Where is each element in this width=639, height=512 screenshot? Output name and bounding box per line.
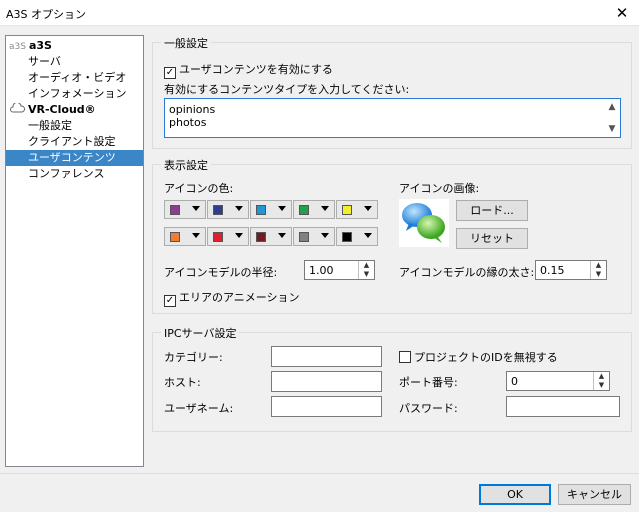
tree-item-vr-cloud[interactable]: VR-Cloud® [6,102,143,118]
color-swatch-orange[interactable] [164,227,206,246]
title-bar: A3S オプション ✕ [0,0,639,26]
edge-thickness-label: アイコンモデルの縁の太さ: [399,266,535,279]
icon-color-label: アイコンの色: [164,182,234,195]
color-swatch-red[interactable] [207,227,249,246]
icon-image-label: アイコンの画像: [399,182,480,195]
footer-divider [0,473,639,474]
tree-item-user-content[interactable]: ユーザコンテンツ [6,150,143,166]
cloud-icon [9,102,26,119]
edge-thickness-spinner[interactable]: 0.15 ▲ ▼ [535,260,607,280]
port-spinner[interactable]: 0 ▲ ▼ [506,371,610,391]
host-field[interactable] [271,371,382,392]
tree-item-server[interactable]: サーバ [6,54,143,70]
textarea-scrollbar[interactable]: ▲ ▼ [605,100,619,136]
scroll-up-icon[interactable]: ▲ [605,102,619,112]
speech-bubbles-icon [402,203,445,243]
username-field[interactable] [271,396,382,417]
edge-thickness-value: 0.15 [540,264,565,277]
load-button[interactable]: ロード... [456,200,528,221]
options-tree[interactable]: a3S a3S サーバ オーディオ・ビデオ インフォメーション VR-Cloud®… [5,35,144,467]
host-label: ホスト: [164,376,201,389]
color-swatch-purple[interactable] [164,200,206,219]
color-swatch-gray[interactable] [293,227,335,246]
window-title: A3S オプション [6,8,87,21]
color-swatch-blue[interactable] [250,200,292,219]
spin-down-icon[interactable]: ▼ [591,270,606,279]
color-swatch-maroon[interactable] [250,227,292,246]
scroll-down-icon[interactable]: ▼ [605,124,619,134]
port-value: 0 [511,375,518,388]
a3s-icon: a3S [9,42,26,52]
content-type-item: photos [169,116,207,129]
ignore-project-id-checkbox[interactable]: プロジェクトのIDを無視する [399,349,558,365]
spin-up-icon[interactable]: ▲ [594,372,609,381]
radius-value: 1.00 [309,264,334,277]
tree-item-audio-video[interactable]: オーディオ・ビデオ [6,70,143,86]
color-swatch-black[interactable] [336,227,378,246]
content-type-item: opinions [169,103,216,116]
password-label: パスワード: [399,402,458,415]
cancel-button[interactable]: キャンセル [558,484,631,505]
category-label: カテゴリー: [164,351,223,364]
spin-down-icon[interactable]: ▼ [594,381,609,390]
spin-down-icon[interactable]: ▼ [359,270,374,279]
tree-item-a3s[interactable]: a3S a3S [6,38,143,54]
checkmark-icon: ✓ [164,295,176,307]
ipc-legend: IPCサーバ設定 [161,325,240,341]
content-types-label: 有効にするコンテンツタイプを入力してください: [164,83,410,96]
color-swatch-navy[interactable] [207,200,249,219]
reset-button[interactable]: リセット [456,228,528,249]
color-swatch-yellow[interactable] [336,200,378,219]
port-label: ポート番号: [399,376,458,389]
tree-item-information[interactable]: インフォメーション [6,86,143,102]
color-swatch-green[interactable] [293,200,335,219]
content-types-textarea[interactable]: opinions photos ▲ ▼ [164,98,621,138]
enable-user-content-checkbox[interactable]: ✓ ユーザコンテンツを有効にする [164,61,333,79]
category-field[interactable] [271,346,382,367]
password-field[interactable] [506,396,620,417]
tree-item-general[interactable]: 一般設定 [6,118,143,134]
checkmark-icon: ✓ [164,67,176,79]
icon-preview [399,199,449,247]
username-label: ユーザネーム: [164,402,234,415]
ok-button[interactable]: OK [479,484,551,505]
tree-item-client[interactable]: クライアント設定 [6,134,143,150]
spin-up-icon[interactable]: ▲ [359,261,374,270]
close-icon[interactable]: ✕ [605,0,639,26]
spin-up-icon[interactable]: ▲ [591,261,606,270]
display-legend: 表示設定 [161,157,211,173]
radius-label: アイコンモデルの半径: [164,266,278,279]
general-legend: 一般設定 [161,35,211,51]
radius-spinner[interactable]: 1.00 ▲ ▼ [304,260,375,280]
tree-item-conference[interactable]: コンファレンス [6,166,143,182]
area-animation-checkbox[interactable]: ✓ エリアのアニメーション [164,289,300,307]
